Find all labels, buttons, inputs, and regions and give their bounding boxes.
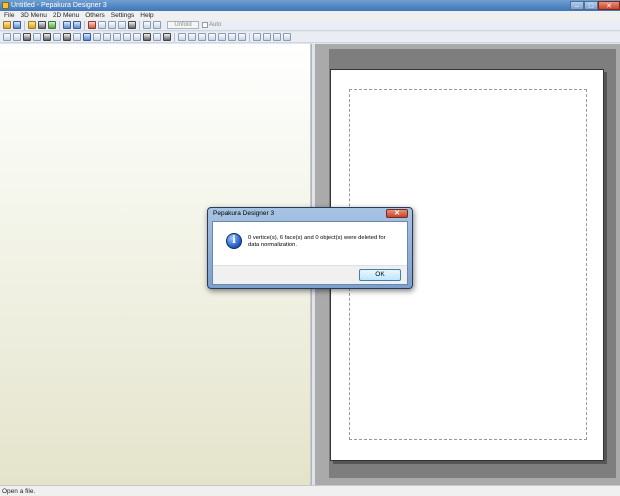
toolbar-separator [59,20,60,30]
flap-icon[interactable] [113,33,121,41]
app-icon [2,2,9,9]
page-icon[interactable] [53,33,61,41]
menu-2d[interactable]: 2D Menu [51,12,83,19]
crop-icon[interactable] [103,33,111,41]
menu-settings[interactable]: Settings [109,12,139,19]
lightbulb-icon[interactable] [28,21,36,29]
dialog-body: i 0 vertice(s), 6 face(s) and 0 object(s… [212,221,408,285]
zoom-fit-icon[interactable] [273,33,281,41]
menu-help[interactable]: Help [138,12,157,19]
close-button[interactable]: ✕ [598,0,620,10]
zoom-page-icon[interactable] [283,33,291,41]
number-icon[interactable] [143,33,151,41]
dialog-footer: OK [213,265,407,284]
minimize-button[interactable]: – [570,0,584,10]
title-bar: Untitled - Pepakura Designer 3 – □ ✕ [0,0,620,11]
open-folder-icon[interactable] [3,21,11,29]
link-icon[interactable] [33,33,41,41]
move-icon[interactable] [83,33,91,41]
info-icon: i [226,233,242,249]
print-icon[interactable] [98,21,106,29]
pin-icon[interactable] [128,21,136,29]
checkbox-icon [202,22,208,28]
pen-icon[interactable] [88,21,96,29]
color-icon[interactable] [48,21,56,29]
toolbar-separator [24,20,25,30]
auto-checkbox[interactable]: Auto [202,22,221,28]
toolbar-separator [139,20,140,30]
anchor-icon[interactable] [108,21,116,29]
rotate-part-icon[interactable] [133,33,141,41]
window-single-icon[interactable] [143,21,151,29]
align-left-icon[interactable] [178,33,186,41]
status-text: Open a file. [2,487,36,495]
menu-others[interactable]: Others [83,12,109,19]
align-center-icon[interactable] [188,33,196,41]
texture-icon[interactable] [38,21,46,29]
zoom-in-icon[interactable] [253,33,261,41]
cut-icon[interactable] [123,33,131,41]
image-icon[interactable] [163,33,171,41]
align-top-icon[interactable] [208,33,216,41]
toolbar-separator [84,20,85,30]
status-bar: Open a file. [0,485,620,496]
auto-label: Auto [209,22,222,28]
vertex-icon[interactable] [13,33,21,41]
monitor-icon[interactable] [63,33,71,41]
message-dialog: Pepakura Designer 3 ✕ i 0 vertice(s), 6 … [207,207,413,289]
align-bottom-icon[interactable] [228,33,236,41]
dialog-title: Pepakura Designer 3 [213,210,275,217]
ok-button[interactable]: OK [359,269,401,281]
align-right-icon[interactable] [198,33,206,41]
distribute-icon[interactable] [238,33,246,41]
toolbar-edit [0,32,620,43]
unfold-button[interactable]: Unfold [167,21,199,29]
window-title: Untitled - Pepakura Designer 3 [11,2,107,9]
redo-icon[interactable] [73,21,81,29]
fold-icon[interactable] [43,33,51,41]
toolbar-main: Unfold Auto [0,20,620,31]
align-middle-icon[interactable] [218,33,226,41]
grid-icon[interactable] [23,33,31,41]
menu-3d[interactable]: 3D Menu [18,12,50,19]
window-split-icon[interactable] [153,21,161,29]
toolbar-separator [249,32,250,42]
menu-file[interactable]: File [2,12,18,19]
maximize-button[interactable]: □ [584,0,598,10]
text-icon[interactable] [153,33,161,41]
select-icon[interactable] [73,33,81,41]
toolbar-separator [174,32,175,42]
dialog-message: 0 vertice(s), 6 face(s) and 0 object(s) … [248,235,386,248]
undo-icon[interactable] [63,21,71,29]
menu-bar: File 3D Menu 2D Menu Others Settings Hel… [0,11,620,20]
rotate-icon[interactable] [3,33,11,41]
join-icon[interactable] [93,33,101,41]
edit-icon[interactable] [118,21,126,29]
save-icon[interactable] [13,21,21,29]
zoom-out-icon[interactable] [263,33,271,41]
window-controls: – □ ✕ [570,0,620,11]
dialog-close-button[interactable]: ✕ [386,209,408,218]
